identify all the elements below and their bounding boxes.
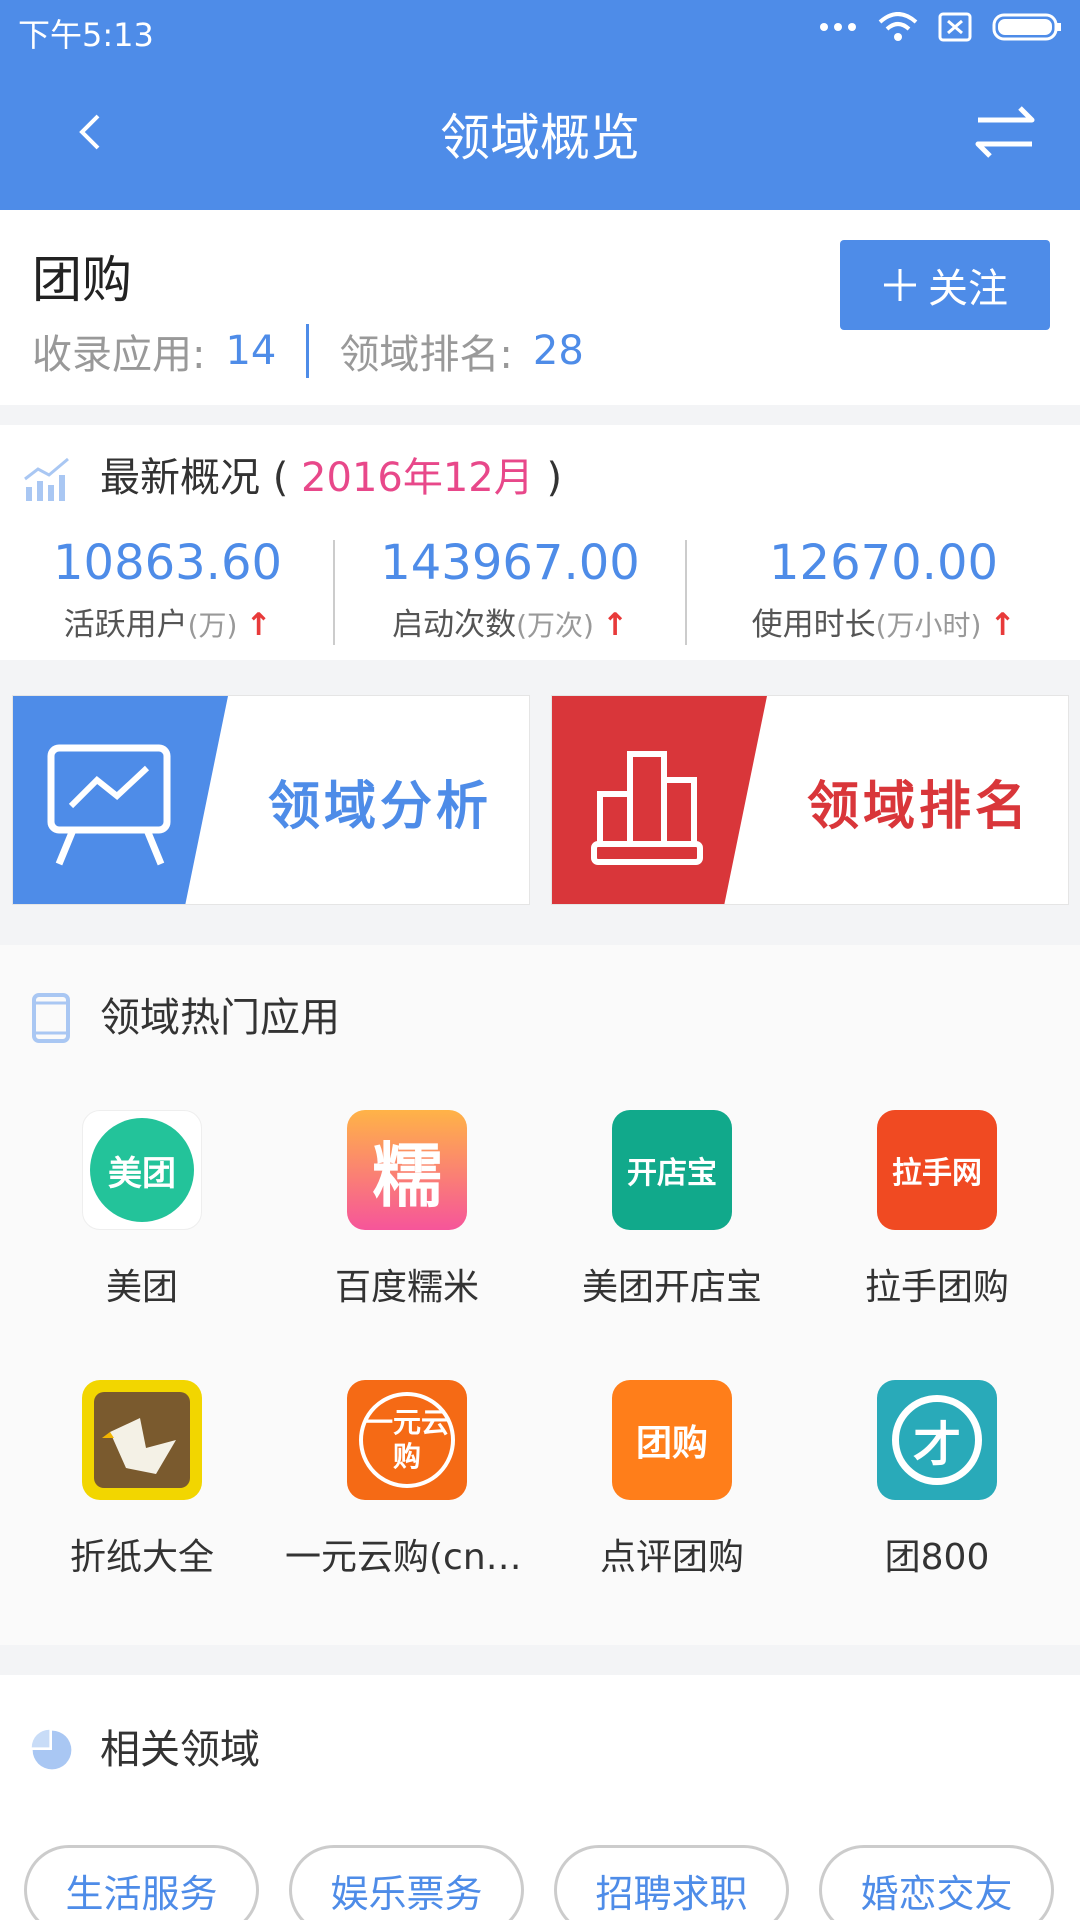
- app-item-dianping-tuangou[interactable]: 团购 点评团购: [542, 1380, 802, 1610]
- page-title: 领域概览: [440, 109, 640, 167]
- app-item-origami[interactable]: 折纸大全: [12, 1380, 272, 1610]
- tuan800-logo-mark: 才: [892, 1395, 982, 1485]
- trend-up-icon: ↑: [601, 607, 628, 643]
- stat-value: 12670.00: [768, 535, 999, 591]
- yungou-logo-mark: 一元云购: [359, 1392, 455, 1488]
- overview-paren-open: (: [272, 455, 289, 501]
- rank-value: 28: [532, 328, 584, 374]
- app-name: 美团开店宝: [581, 1267, 762, 1308]
- more-dots-icon: [820, 23, 856, 31]
- dianping-logo-icon: 团购: [612, 1380, 732, 1500]
- stat-label-row: 使用时长(万小时) ↑: [687, 599, 1080, 644]
- stat-value: 10863.60: [52, 535, 283, 591]
- presentation-chart-icon: [47, 744, 171, 866]
- stat-label: 启动次数: [392, 607, 517, 643]
- app-name: 一元云购(cn.…: [285, 1537, 534, 1578]
- pie-chart-icon: [31, 1729, 72, 1770]
- app-name: 团800: [884, 1537, 990, 1578]
- app-item-lashou[interactable]: 拉手网 拉手团购: [807, 1110, 1067, 1340]
- category-header: 团购 收录应用: 14 领域排名: 28 关注: [0, 210, 1080, 405]
- stat-unit: (万小时): [875, 609, 982, 642]
- app-item-meituan[interactable]: 美团 美团: [12, 1110, 272, 1340]
- stat-label-row: 活跃用户(万) ↑: [0, 599, 335, 644]
- follow-button[interactable]: 关注: [840, 240, 1050, 330]
- meta-divider: [306, 324, 310, 378]
- related-tag[interactable]: 招聘求职: [554, 1845, 789, 1920]
- nav-bar: 领域概览: [0, 70, 1080, 190]
- switch-icon[interactable]: [970, 102, 1040, 162]
- origami-logo-icon: [82, 1380, 202, 1500]
- analysis-card-label: 领域分析: [268, 777, 493, 837]
- overview-title: 最新概况 ( 2016年12月 ): [100, 445, 562, 503]
- podium-icon: [591, 751, 703, 865]
- sim-icon: [938, 12, 972, 42]
- status-icons: [818, 12, 1062, 42]
- analysis-card-band: [13, 696, 228, 904]
- status-bar: 下午5:13: [0, 0, 1080, 60]
- origami-bird-icon: [94, 1392, 190, 1488]
- stat-label: 活跃用户: [63, 607, 188, 643]
- meituan-logo-icon: 美团: [82, 1110, 202, 1230]
- nuomi-logo-icon: 糯: [347, 1110, 467, 1230]
- category-name: 团购: [32, 251, 132, 309]
- tuan800-logo-icon: 才: [877, 1380, 997, 1500]
- trend-up-icon: ↑: [989, 607, 1016, 643]
- stat-launches: 143967.00 启动次数(万次) ↑: [335, 535, 685, 645]
- app-name: 折纸大全: [69, 1537, 214, 1578]
- rank-label: 领域排名:: [339, 332, 513, 378]
- stat-label-row: 启动次数(万次) ↑: [335, 599, 685, 644]
- lashou-logo-icon: 拉手网: [877, 1110, 997, 1230]
- stat-unit: (万): [187, 609, 238, 642]
- hot-apps-section: 领域热门应用 美团 美团 糯 百度糯米 开店宝 美团开店宝 拉手网 拉手团购 折…: [0, 945, 1080, 1645]
- stat-unit: (万次): [516, 609, 594, 642]
- hot-apps-title: 领域热门应用: [100, 995, 340, 1041]
- overview-paren-close: ): [546, 455, 563, 501]
- ranking-card[interactable]: 领域排名: [551, 695, 1069, 905]
- kaidianbao-logo-icon: 开店宝: [612, 1110, 732, 1230]
- overview-title-text: 最新概况: [100, 455, 260, 501]
- app-name: 百度糯米: [334, 1267, 479, 1308]
- top-bar: 下午5:13 领域概览: [0, 0, 1080, 210]
- status-time: 下午5:13: [18, 16, 154, 54]
- stat-active-users: 10863.60 活跃用户(万) ↑: [0, 535, 335, 645]
- related-tag[interactable]: 婚恋交友: [819, 1845, 1054, 1920]
- related-section: 相关领域 生活服务 娱乐票务 招聘求职 婚恋交友: [0, 1675, 1080, 1920]
- app-name: 美团: [105, 1267, 178, 1308]
- app-item-tuan800[interactable]: 才 团800: [807, 1380, 1067, 1610]
- overview-panel: 最新概况 ( 2016年12月 ) 10863.60 活跃用户(万) ↑ 1439…: [0, 425, 1080, 660]
- related-tag[interactable]: 生活服务: [24, 1845, 259, 1920]
- app-item-kaidianbao[interactable]: 开店宝 美团开店宝: [542, 1110, 802, 1340]
- overview-date: 2016年12月: [301, 455, 534, 501]
- stat-value: 143967.00: [380, 535, 640, 591]
- meituan-logo-mark: 美团: [90, 1118, 194, 1222]
- ranking-card-label: 领域排名: [807, 777, 1032, 837]
- related-tag[interactable]: 娱乐票务: [289, 1845, 524, 1920]
- stat-usage-time: 12670.00 使用时长(万小时) ↑: [687, 535, 1080, 645]
- yungou-logo-icon: 一元云购: [347, 1380, 467, 1500]
- battery-icon: [992, 13, 1061, 41]
- follow-label: 关注: [928, 266, 1008, 312]
- category-meta: 收录应用: 14 领域排名: 28: [32, 322, 584, 380]
- app-name: 拉手团购: [864, 1267, 1009, 1308]
- plus-icon: [884, 269, 916, 301]
- phone-icon: [32, 993, 70, 1043]
- ranking-card-band: [552, 696, 767, 904]
- apps-label: 收录应用:: [32, 332, 206, 378]
- chart-trend-icon: [24, 457, 69, 501]
- app-item-yiyuan-yungou[interactable]: 一元云购 一元云购(cn.…: [277, 1380, 537, 1610]
- app-item-baidu-nuomi[interactable]: 糯 百度糯米: [277, 1110, 537, 1340]
- app-name: 点评团购: [599, 1537, 744, 1578]
- apps-count: 14: [225, 328, 277, 374]
- trend-up-icon: ↑: [245, 607, 272, 643]
- analysis-card[interactable]: 领域分析: [12, 695, 530, 905]
- wifi-icon: [878, 12, 918, 41]
- related-title: 相关领域: [100, 1727, 260, 1773]
- stat-label: 使用时长: [751, 607, 876, 643]
- entry-cards: 领域分析 领域排名: [0, 675, 1080, 935]
